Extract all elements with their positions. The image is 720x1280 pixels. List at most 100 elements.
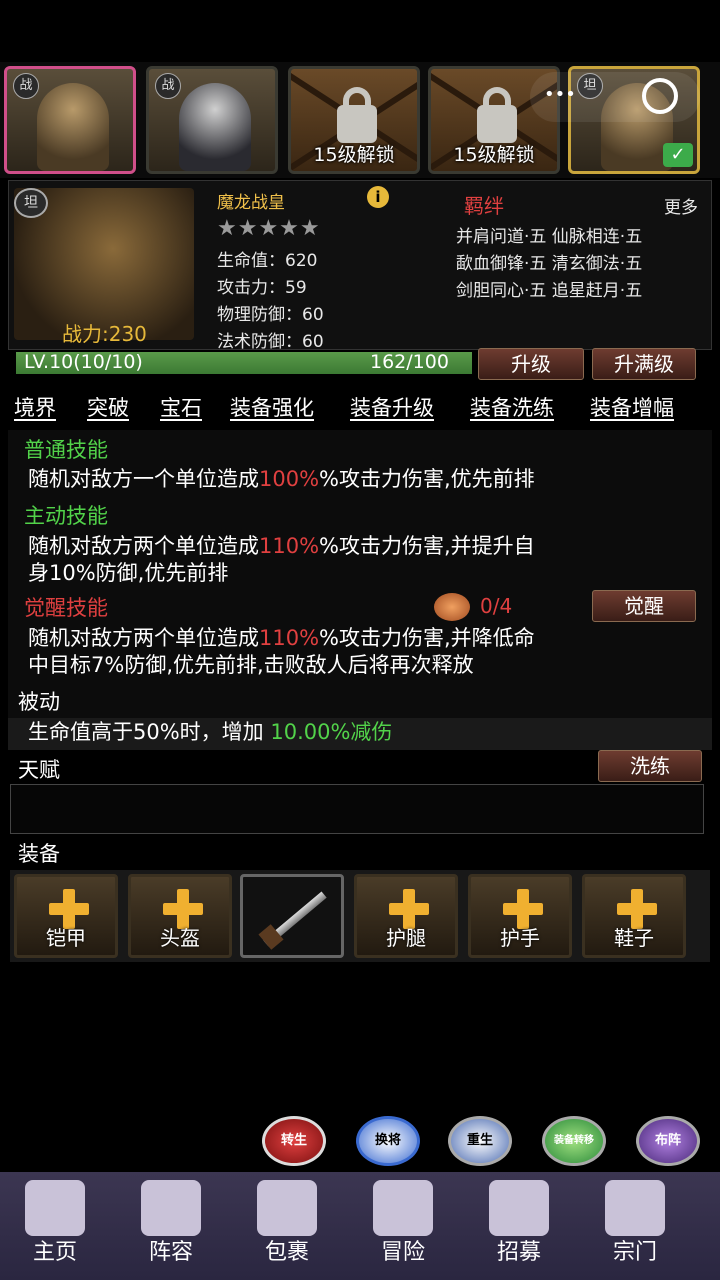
nav-label: 包裹	[264, 1240, 309, 1265]
tab-equip-refine[interactable]: 装备洗练	[470, 392, 554, 422]
bonds-more-link[interactable]: 更多	[664, 193, 698, 218]
equip-slot-boots[interactable]: 鞋子	[582, 874, 686, 958]
nav-label: 冒险	[380, 1240, 425, 1265]
combat-power: 战力:230	[62, 322, 147, 346]
damage-value: 100%	[259, 467, 320, 491]
recruit-icon	[489, 1180, 549, 1236]
equip-slot-legguard[interactable]: 护腿	[354, 874, 458, 958]
hero-portrait	[37, 83, 109, 171]
nav-adventure[interactable]: 冒险	[348, 1172, 458, 1280]
tab-realm[interactable]: 境界	[14, 392, 56, 422]
nav-label: 主页	[32, 1240, 77, 1265]
class-badge: 坦	[14, 188, 48, 218]
hero-slot-locked-1[interactable]: 15级解锁	[288, 66, 420, 174]
equip-label: 护腿	[386, 926, 426, 950]
stat-physical-defense: 物理防御：60	[217, 305, 324, 325]
passive-desc: 生命值高于50%时，增加 10.00%减伤	[28, 719, 392, 746]
formation-icon[interactable]: 布阵	[636, 1116, 700, 1166]
damage-value: 110%	[259, 534, 320, 558]
equip-slot-armor[interactable]: 铠甲	[14, 874, 118, 958]
equip-slot-gauntlet[interactable]: 护手	[468, 874, 572, 958]
tab-equip-upgrade[interactable]: 装备升级	[350, 392, 434, 422]
unlock-text: 15级解锁	[313, 144, 395, 166]
passive-title: 被动	[18, 690, 60, 714]
rebirth-icon[interactable]: 转生	[262, 1116, 326, 1166]
equip-label: 鞋子	[614, 926, 654, 950]
stat-attack: 攻击力：59	[217, 278, 307, 298]
damage-reduction-value: 10.00%减伤	[270, 720, 393, 744]
tab-gem[interactable]: 宝石	[160, 392, 202, 422]
nav-home[interactable]: 主页	[0, 1172, 110, 1280]
hero-portrait	[179, 83, 251, 171]
nav-recruit[interactable]: 招募	[464, 1172, 574, 1280]
nav-label: 阵容	[148, 1240, 193, 1265]
tab-equip-amplify[interactable]: 装备增幅	[590, 392, 674, 422]
nav-label: 宗门	[612, 1240, 657, 1265]
bond-line: 剑胆同心·五 追星赶月·五	[456, 281, 643, 301]
more-dots-icon[interactable]: •••	[544, 84, 576, 105]
upgrade-button[interactable]: 升级	[478, 348, 584, 380]
helmet-icon	[141, 1180, 201, 1236]
home-icon	[25, 1180, 85, 1236]
feature-tabs: 境界 突破 宝石 装备强化 装备升级 装备洗练 装备增幅	[0, 392, 720, 426]
nav-label: 招募	[496, 1240, 541, 1265]
bonds-title: 羁绊	[464, 194, 504, 218]
status-bar	[0, 0, 720, 62]
nav-sect[interactable]: 宗门	[580, 1172, 690, 1280]
awaken-count: 0/4	[480, 594, 513, 618]
equipment-title: 装备	[18, 842, 60, 866]
bond-line: 歃血御锋·五 清玄御法·五	[456, 254, 643, 274]
talent-box	[10, 784, 704, 834]
tab-equip-enhance[interactable]: 装备强化	[230, 392, 314, 422]
awaken-skill-desc: 随机对敌方两个单位造成110%%攻击力伤害,并降低命中目标7%防御,优先前排,击…	[28, 625, 535, 679]
lock-icon	[477, 105, 517, 143]
equip-transfer-icon[interactable]: 装备转移	[542, 1116, 606, 1166]
tab-breakthrough[interactable]: 突破	[87, 392, 129, 422]
star-rating: ★★★★★	[217, 216, 321, 241]
equip-slot-weapon[interactable]	[240, 874, 344, 958]
vortex-icon	[373, 1180, 433, 1236]
stat-hp: 生命值：620	[217, 251, 318, 271]
hero-slot-2[interactable]: 战	[146, 66, 278, 174]
stat-magic-defense: 法术防御：60	[217, 332, 324, 352]
level-exp: 162/100	[370, 351, 449, 373]
hero-name: 魔龙战皇	[217, 193, 285, 213]
desc-text: 随机对敌方两个单位造成	[28, 534, 259, 558]
awaken-button[interactable]: 觉醒	[592, 590, 696, 622]
lock-icon	[337, 105, 377, 143]
close-circle-icon[interactable]	[642, 78, 678, 114]
desc-text: 随机对敌方一个单位造成	[28, 467, 259, 491]
desc-text: 生命值高于50%时，增加	[28, 720, 271, 744]
desc-text: 身10%防御,优先前排	[28, 561, 229, 585]
awaken-stone-icon	[434, 593, 470, 621]
bag-icon	[257, 1180, 317, 1236]
desc-text: 随机对敌方两个单位造成	[28, 626, 259, 650]
mini-program-capsule[interactable]: •••	[530, 72, 700, 122]
awaken-skill-title: 觉醒技能	[24, 596, 108, 620]
nav-bag[interactable]: 包裹	[232, 1172, 342, 1280]
reset-icon[interactable]: 重生	[448, 1116, 512, 1166]
desc-text: %攻击力伤害,优先前排	[319, 467, 535, 491]
damage-value: 110%	[259, 626, 320, 650]
refine-button[interactable]: 洗练	[598, 750, 702, 782]
max-upgrade-button[interactable]: 升满级	[592, 348, 696, 380]
normal-skill-desc: 随机对敌方一个单位造成100%%攻击力伤害,优先前排	[28, 466, 535, 493]
swap-hero-icon[interactable]: 换将	[356, 1116, 420, 1166]
equip-label: 铠甲	[46, 926, 86, 950]
equip-label: 头盔	[160, 926, 200, 950]
hero-slot-1[interactable]: 战	[4, 66, 136, 174]
info-icon[interactable]: i	[367, 186, 389, 208]
equip-label: 护手	[500, 926, 540, 950]
desc-text: 中目标7%防御,优先前排,击败敌人后将再次释放	[28, 653, 474, 677]
equip-slot-helmet[interactable]: 头盔	[128, 874, 232, 958]
class-badge: 战	[155, 73, 181, 99]
desc-text: %攻击力伤害,并提升自	[319, 534, 535, 558]
equipment-row: 铠甲 头盔 护腿 护手 鞋子	[10, 870, 710, 962]
talent-title: 天赋	[18, 758, 60, 782]
selected-check-icon: ✓	[663, 143, 693, 167]
nav-lineup[interactable]: 阵容	[116, 1172, 226, 1280]
desc-text: %攻击力伤害,并降低命	[319, 626, 535, 650]
normal-skill-title: 普通技能	[24, 438, 108, 462]
level-label: LV.10(10/10)	[24, 351, 143, 373]
unlock-text: 15级解锁	[453, 144, 535, 166]
